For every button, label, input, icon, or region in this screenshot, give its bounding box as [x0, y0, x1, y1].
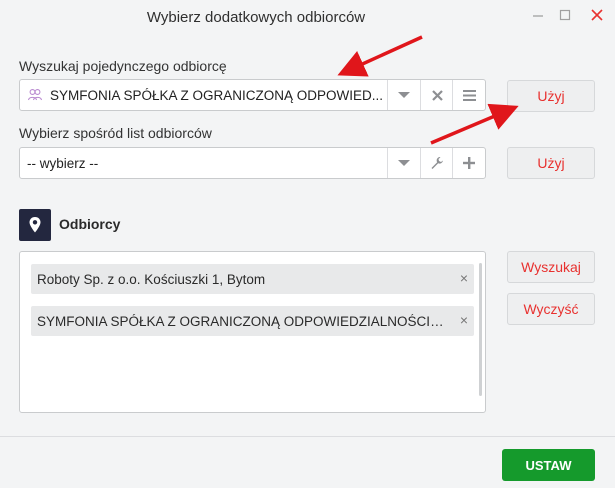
chevron-down-icon — [398, 92, 410, 98]
single-recipient-label: Wyszukaj pojedynczego odbiorcę — [19, 58, 227, 74]
maximize-button[interactable] — [553, 4, 577, 26]
recipient-text: SYMFONIA SPÓŁKA Z OGRANICZONĄ ODPOWIEDZI… — [37, 314, 447, 329]
close-button[interactable] — [585, 4, 609, 26]
footer-divider — [0, 436, 615, 437]
plus-icon — [463, 157, 475, 169]
clear-recipients-button[interactable]: Wyczyść — [507, 293, 595, 325]
recipient-list-label: Wybierz spośród list odbiorców — [19, 125, 212, 141]
maximize-icon — [559, 9, 571, 21]
edit-lists-button[interactable] — [420, 148, 453, 178]
user-group-icon — [27, 87, 43, 108]
chevron-down-icon — [398, 160, 410, 166]
list-item: Roboty Sp. z o.o. Kościuszki 1, Bytom × — [31, 264, 474, 294]
minimize-icon — [533, 15, 543, 17]
wrench-icon — [431, 157, 443, 169]
search-recipients-button[interactable]: Wyszukaj — [507, 251, 595, 283]
window-title: Wybierz dodatkowych odbiorców — [146, 9, 366, 26]
minimize-button[interactable] — [526, 4, 550, 26]
recipient-list-select[interactable]: -- wybierz -- — [19, 147, 486, 179]
remove-recipient-button[interactable]: × — [460, 312, 468, 328]
location-pin-icon — [19, 209, 51, 241]
options-menu-button[interactable] — [452, 80, 485, 110]
recipient-list-value: -- wybierz -- — [27, 156, 99, 171]
clear-selection-button[interactable] — [420, 80, 453, 110]
set-button[interactable]: USTAW — [502, 449, 595, 481]
title-bar: Wybierz dodatkowych odbiorców — [0, 0, 615, 34]
annotation-arrow-to-use-button — [430, 103, 519, 145]
single-recipient-select[interactable]: SYMFONIA SPÓŁKA Z OGRANICZONĄ ODPOWIED..… — [19, 79, 486, 111]
list-scrollbar[interactable] — [479, 263, 482, 396]
recipient-text: Roboty Sp. z o.o. Kościuszki 1, Bytom — [37, 272, 266, 287]
use-list-button[interactable]: Użyj — [507, 147, 595, 179]
remove-recipient-button[interactable]: × — [460, 270, 468, 286]
menu-icon — [462, 89, 476, 101]
close-icon — [591, 9, 603, 21]
dropdown-toggle[interactable] — [387, 80, 420, 110]
recipients-title: Odbiorcy — [59, 216, 121, 232]
recipients-list[interactable]: Roboty Sp. z o.o. Kościuszki 1, Bytom × … — [19, 251, 486, 413]
annotation-arrow-to-field — [337, 35, 423, 77]
add-list-button[interactable] — [452, 148, 485, 178]
clear-icon — [431, 89, 443, 101]
list-item: SYMFONIA SPÓŁKA Z OGRANICZONĄ ODPOWIEDZI… — [31, 306, 474, 336]
use-single-button[interactable]: Użyj — [507, 80, 595, 112]
dropdown-toggle[interactable] — [387, 148, 420, 178]
single-recipient-value: SYMFONIA SPÓŁKA Z OGRANICZONĄ ODPOWIED..… — [50, 88, 384, 103]
